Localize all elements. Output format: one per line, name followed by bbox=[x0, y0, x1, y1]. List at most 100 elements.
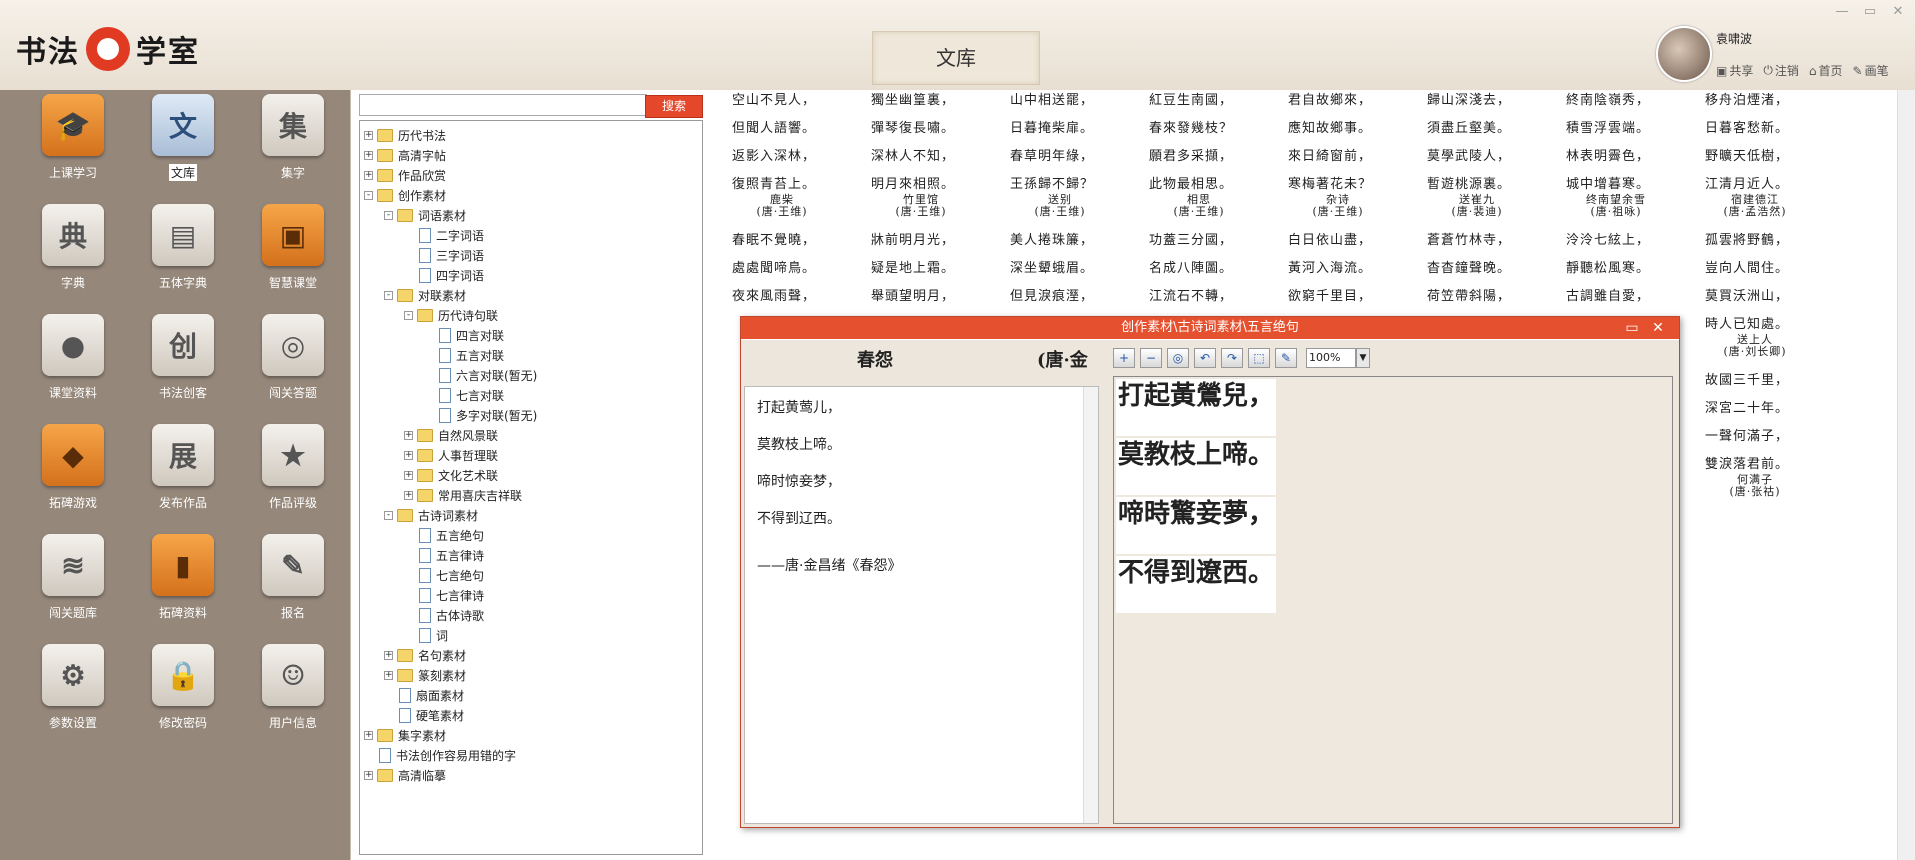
tree-node[interactable]: 三字词语 bbox=[360, 245, 702, 265]
search-input[interactable] bbox=[359, 94, 647, 116]
brush-button[interactable]: ✎ 画笔 bbox=[1853, 62, 1889, 79]
sidebar-tile-5[interactable]: ▣ 智慧课堂 bbox=[238, 204, 348, 309]
expand-icon[interactable]: + bbox=[404, 470, 413, 480]
sidebar-tile-6[interactable]: ● 课堂资料 bbox=[18, 314, 128, 419]
close-icon[interactable]: ✕ bbox=[1891, 4, 1905, 19]
sidebar-tile-10[interactable]: 展发布作品 bbox=[128, 424, 238, 529]
sidebar-tile-14[interactable]: ✎ 报名 bbox=[238, 534, 348, 639]
tree-node[interactable]: + 集字素材 bbox=[360, 725, 702, 745]
expand-icon[interactable]: + bbox=[404, 490, 413, 500]
tree-node[interactable]: 硬笔素材 bbox=[360, 705, 702, 725]
tree-node[interactable]: 四字词语 bbox=[360, 265, 702, 285]
tree-node[interactable]: 五言对联 bbox=[360, 345, 702, 365]
tree-node[interactable]: 词 bbox=[360, 625, 702, 645]
poem-card-top-0[interactable]: 空山不見人， 但聞人語響。 返影入深林， 復照青苔上。 鹿柴 (唐·王维) bbox=[732, 92, 862, 218]
tree-node[interactable]: + 历代书法 bbox=[360, 125, 702, 145]
calligraphy-preview[interactable]: 打起黃鶯兒， 莫教枝上啼。 啼時驚妾夢， 不得到遼西。 bbox=[1113, 376, 1673, 824]
zoom-fit-icon[interactable]: ◎ bbox=[1167, 348, 1189, 368]
tree-node[interactable]: - 对联素材 bbox=[360, 285, 702, 305]
minimize-icon[interactable]: — bbox=[1835, 4, 1849, 19]
collapse-icon[interactable]: - bbox=[384, 210, 393, 220]
expand-icon[interactable]: + bbox=[364, 130, 373, 140]
dialog-close-icon[interactable]: ✕ bbox=[1649, 319, 1667, 337]
zoom-out-icon[interactable]: − bbox=[1140, 348, 1162, 368]
tree-node[interactable]: + 常用喜庆吉祥联 bbox=[360, 485, 702, 505]
poem-card-top-4[interactable]: 君自故鄉來， 應知故鄉事。 來日綺窗前， 寒梅著花未？ 杂诗 (唐·王维) bbox=[1288, 92, 1418, 218]
collapse-icon[interactable]: - bbox=[364, 190, 373, 200]
tree-node[interactable]: 六言对联(暂无) bbox=[360, 365, 702, 385]
search-button[interactable]: 搜索 bbox=[645, 95, 703, 118]
poem-card-top-6[interactable]: 終南陰嶺秀， 積雪浮雲端。 林表明霽色， 城中增暮寒。 终南望余雪 (唐·祖咏) bbox=[1566, 92, 1696, 218]
poem-card-bottom-4[interactable]: 白日依山盡， 黃河入海流。 欲窮千里目， bbox=[1288, 232, 1418, 316]
zoom-in-icon[interactable]: + bbox=[1113, 348, 1135, 368]
poem-card-bottom-3[interactable]: 功蓋三分國， 名成八陣圖。 江流石不轉， bbox=[1149, 232, 1279, 316]
sidebar-tile-11[interactable]: ★ 作品评级 bbox=[238, 424, 348, 529]
rotate-right-icon[interactable]: ↷ bbox=[1221, 348, 1243, 368]
tree-node[interactable]: - 古诗词素材 bbox=[360, 505, 702, 525]
tree-node[interactable]: - 历代诗句联 bbox=[360, 305, 702, 325]
expand-icon[interactable]: + bbox=[364, 170, 373, 180]
tree-node[interactable]: + 文化艺术联 bbox=[360, 465, 702, 485]
dialog-maximize-icon[interactable]: ▭ bbox=[1623, 319, 1641, 337]
poem-card-bottom-7[interactable]: 孤雲將野鶴， 豈向人間住。 莫買沃洲山， 時人已知處。 送上人 (唐·刘长卿) bbox=[1705, 232, 1835, 358]
tree-node[interactable]: 七言绝句 bbox=[360, 565, 702, 585]
expand-icon[interactable]: + bbox=[364, 150, 373, 160]
poem-card-top-5[interactable]: 歸山深淺去， 須盡丘壑美。 莫學武陵人， 暫遊桃源裏。 送崔九 (唐·裴迪) bbox=[1427, 92, 1557, 218]
tree-node[interactable]: 四言对联 bbox=[360, 325, 702, 345]
tree-node[interactable]: + 高清临摹 bbox=[360, 765, 702, 785]
tree-node[interactable]: + 篆刻素材 bbox=[360, 665, 702, 685]
tree-node[interactable]: + 高清字帖 bbox=[360, 145, 702, 165]
tree-node[interactable]: 七言律诗 bbox=[360, 585, 702, 605]
tree-node[interactable]: 五言绝句 bbox=[360, 525, 702, 545]
sidebar-tile-16[interactable]: 🔒 修改密码 bbox=[128, 644, 238, 749]
home-button[interactable]: ⌂ 首页 bbox=[1809, 62, 1843, 79]
expand-icon[interactable]: + bbox=[404, 430, 413, 440]
expand-icon[interactable]: + bbox=[384, 670, 393, 680]
sidebar-tile-0[interactable]: 🎓 上课学习 bbox=[18, 94, 128, 199]
sidebar-tile-8[interactable]: ◎ 闯关答题 bbox=[238, 314, 348, 419]
collapse-icon[interactable]: - bbox=[404, 310, 413, 320]
content-scrollbar[interactable] bbox=[1897, 90, 1915, 860]
tree-node[interactable]: + 名句素材 bbox=[360, 645, 702, 665]
sidebar-tile-9[interactable]: ◆ 拓碑游戏 bbox=[18, 424, 128, 529]
sidebar-tile-15[interactable]: ⚙ 参数设置 bbox=[18, 644, 128, 749]
expand-icon[interactable]: + bbox=[364, 770, 373, 780]
poem-card-bottom-1[interactable]: 牀前明月光， 疑是地上霜。 舉頭望明月， bbox=[871, 232, 1001, 316]
tree-node[interactable]: - 词语素材 bbox=[360, 205, 702, 225]
maximize-icon[interactable]: ▭ bbox=[1863, 4, 1877, 19]
chevron-down-icon[interactable]: ▼ bbox=[1356, 348, 1370, 368]
sidebar-tile-1[interactable]: 文文库 bbox=[128, 94, 238, 199]
sidebar-tile-13[interactable]: ▮ 拓碑资料 bbox=[128, 534, 238, 639]
logout-button[interactable]: ⏻ 注销 bbox=[1763, 62, 1799, 79]
tree-node[interactable]: + 作品欣赏 bbox=[360, 165, 702, 185]
tree-node[interactable]: 书法创作容易用错的字 bbox=[360, 745, 702, 765]
collapse-icon[interactable]: - bbox=[384, 510, 393, 520]
rotate-left-icon[interactable]: ↶ bbox=[1194, 348, 1216, 368]
poem-card-top-2[interactable]: 山中相送罷， 日暮掩柴扉。 春草明年綠， 王孫歸不歸？ 送别 (唐·王维) bbox=[1010, 92, 1140, 218]
tree-node[interactable]: 五言律诗 bbox=[360, 545, 702, 565]
sidebar-tile-12[interactable]: ≋ 闯关题库 bbox=[18, 534, 128, 639]
sidebar-tile-7[interactable]: 创书法创客 bbox=[128, 314, 238, 419]
avatar[interactable] bbox=[1656, 26, 1712, 82]
expand-icon[interactable]: + bbox=[404, 450, 413, 460]
expand-icon[interactable]: + bbox=[384, 650, 393, 660]
poem-card-far-right[interactable]: 故國三千里， 深宮二十年。 一聲何滿子， 雙淚落君前。 何满子 (唐·张祜) bbox=[1705, 372, 1835, 498]
sidebar-tile-2[interactable]: 集集字 bbox=[238, 94, 348, 199]
poem-card-bottom-2[interactable]: 美人捲珠簾， 深坐顰蛾眉。 但見淚痕溼， bbox=[1010, 232, 1140, 316]
sidebar-tile-4[interactable]: ▤ 五体字典 bbox=[128, 204, 238, 309]
zoom-select[interactable]: 100% bbox=[1306, 348, 1356, 368]
collapse-icon[interactable]: - bbox=[384, 290, 393, 300]
pencil-icon[interactable]: ✎ bbox=[1275, 348, 1297, 368]
poem-text-scrollbar[interactable] bbox=[1083, 387, 1098, 823]
tree-node[interactable]: 多字对联(暂无) bbox=[360, 405, 702, 425]
expand-icon[interactable]: + bbox=[364, 730, 373, 740]
sidebar-tile-17[interactable]: ☺ 用户信息 bbox=[238, 644, 348, 749]
poem-card-top-3[interactable]: 紅豆生南國， 春來發幾枝？ 願君多采擷， 此物最相思。 相思 (唐·王维) bbox=[1149, 92, 1279, 218]
tree-node[interactable]: 七言对联 bbox=[360, 385, 702, 405]
poem-card-bottom-5[interactable]: 蒼蒼竹林寺， 杳杳鐘聲晚。 荷笠帶斜陽， bbox=[1427, 232, 1557, 316]
poem-card-top-7[interactable]: 移舟泊煙渚， 日暮客愁新。 野曠天低樹， 江清月近人。 宿建德江 (唐·孟浩然) bbox=[1705, 92, 1835, 218]
tree-node[interactable]: + 人事哲理联 bbox=[360, 445, 702, 465]
sidebar-tile-3[interactable]: 典字典 bbox=[18, 204, 128, 309]
tree-node[interactable]: 古体诗歌 bbox=[360, 605, 702, 625]
tree-node[interactable]: - 创作素材 bbox=[360, 185, 702, 205]
